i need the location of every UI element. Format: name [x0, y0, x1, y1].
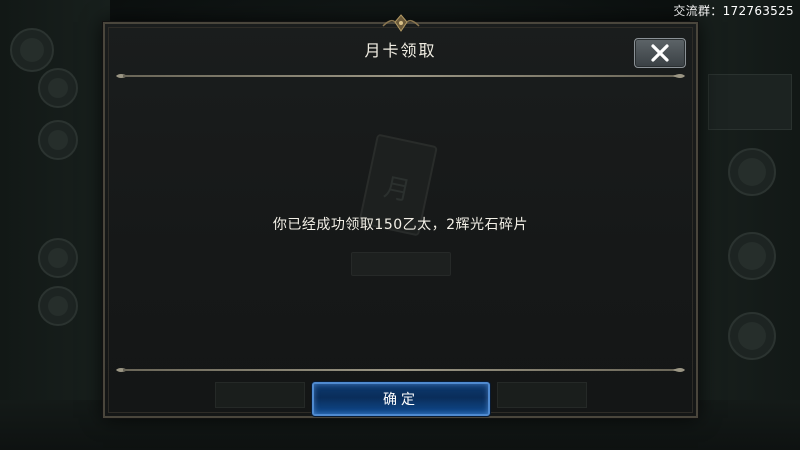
bg-menu-icon: [38, 120, 78, 160]
bg-menu-icon: [38, 238, 78, 278]
bg-right-menu-icon: [728, 148, 776, 196]
reward-message: 你已经成功领取150乙太，2辉光石碎片: [272, 217, 529, 233]
divider-cap-icon: [673, 368, 685, 372]
divider-cap-icon: [673, 74, 685, 78]
monthly-card-stand: [351, 252, 451, 276]
faded-button-right: [497, 382, 587, 408]
qq-group-text: 交流群：172763525: [673, 4, 794, 18]
dialog-title: 月卡领取: [364, 41, 437, 60]
dialog-title-bar: 月卡领取: [105, 24, 696, 74]
close-icon: [651, 44, 669, 62]
faded-button-left: [215, 382, 305, 408]
bg-right-menu-icon: [728, 312, 776, 360]
bottom-divider: [115, 366, 686, 374]
monthly-card-dialog: 月卡领取 你已经成功领取150乙太，2辉光石碎片 确定: [103, 14, 698, 418]
right-side-panel: [690, 0, 800, 450]
confirm-button-label: 确定: [383, 392, 419, 408]
bg-menu-icon: [38, 286, 78, 326]
bg-right-panel-box: [708, 74, 792, 130]
close-button[interactable]: [634, 38, 686, 68]
bg-menu-icon: [38, 68, 78, 108]
confirm-button[interactable]: 确定: [312, 382, 490, 416]
top-divider: [115, 72, 686, 80]
bg-avatar-icon: [10, 28, 54, 72]
bg-right-menu-icon: [728, 232, 776, 280]
